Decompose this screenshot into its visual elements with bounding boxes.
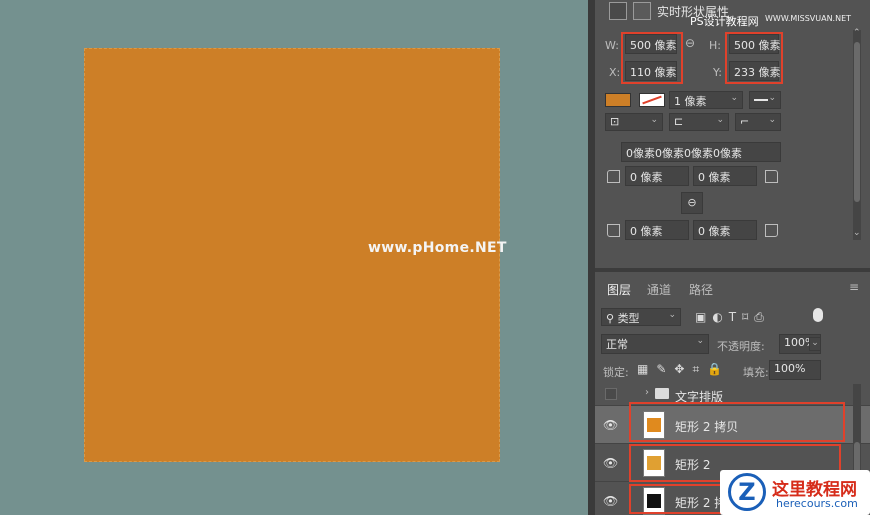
- y-label: Y:: [713, 66, 722, 79]
- logo-mark: Z: [728, 473, 766, 511]
- cap-icon: ⊏: [674, 115, 684, 128]
- chevron-down-icon: ⌄: [768, 93, 776, 103]
- corner-join-icon: ⌐: [740, 115, 750, 128]
- scroll-down-icon[interactable]: ⌄: [853, 228, 861, 238]
- folder-icon: [655, 388, 669, 399]
- corner-tl-field[interactable]: 0 像素: [625, 166, 689, 186]
- fill-field[interactable]: 100%: [769, 360, 821, 380]
- logo-url: herecours.com: [776, 497, 858, 510]
- lock-icons[interactable]: ▦✎✥⌗🔒: [637, 362, 730, 377]
- site-watermark-url: WWW.MISSVUAN.NET: [765, 14, 852, 23]
- panel-menu-icon[interactable]: ≡: [849, 280, 859, 294]
- panel-divider: [588, 0, 595, 515]
- corner-br-field[interactable]: 0 像素: [693, 220, 757, 240]
- align-icon: ⊡: [610, 115, 620, 128]
- fill-color-swatch[interactable]: [605, 93, 631, 107]
- w-label: W:: [605, 39, 619, 52]
- stroke-corner-select[interactable]: ⌐ ⌄: [735, 113, 781, 131]
- eye-icon[interactable]: 👁: [603, 418, 618, 432]
- site-logo: Z 这里教程网 herecours.com: [720, 470, 870, 515]
- corner-br-icon: [765, 224, 778, 237]
- document-canvas[interactable]: www.pHome.NET: [0, 0, 588, 515]
- stroke-align-select[interactable]: ⊡ ⌄: [605, 113, 663, 131]
- transform-icon[interactable]: [609, 2, 627, 20]
- chevron-down-icon[interactable]: ⌄: [809, 337, 821, 351]
- properties-panel: 实时形状属性 PS设计教程网 WWW.MISSVUAN.NET W: 500 像…: [595, 0, 870, 268]
- filter-kind-value: 类型: [617, 312, 640, 325]
- corner-bl-field[interactable]: 0 像素: [625, 220, 689, 240]
- lock-label: 锁定:: [603, 366, 629, 379]
- link-icon[interactable]: ⊖: [685, 36, 695, 50]
- highlight-layer-1: [629, 402, 845, 442]
- canvas-watermark: www.pHome.NET: [368, 240, 507, 256]
- stroke-width-select[interactable]: 1 像素 ⌄: [669, 91, 743, 109]
- tab-paths[interactable]: 路径: [681, 278, 721, 300]
- stroke-cap-select[interactable]: ⊏ ⌄: [669, 113, 729, 131]
- chevron-down-icon: ⌄: [696, 336, 704, 346]
- link-corners-button[interactable]: ⊖: [681, 192, 703, 214]
- blend-mode-value: 正常: [606, 338, 628, 351]
- stroke-style-select[interactable]: ⌄: [749, 91, 781, 109]
- opacity-label: 不透明度:: [717, 340, 765, 353]
- line-style-icon: [754, 99, 768, 101]
- eye-icon[interactable]: 👁: [603, 494, 618, 508]
- chevron-down-icon: ⌄: [716, 115, 724, 125]
- chevron-down-icon: ⌄: [730, 93, 738, 103]
- corner-tr-icon: [765, 170, 778, 183]
- stroke-width-value: 1 像素: [674, 95, 707, 108]
- eye-icon[interactable]: 👁: [603, 456, 618, 470]
- tab-layers[interactable]: 图层: [599, 278, 640, 300]
- scroll-up-icon[interactable]: ⌃: [853, 28, 861, 38]
- mask-icon[interactable]: [633, 2, 651, 20]
- chevron-down-icon: ⌄: [768, 115, 776, 125]
- filter-kind-select[interactable]: ⚲ 类型 ⌄: [601, 308, 681, 326]
- chevron-down-icon: ⌄: [668, 310, 676, 320]
- h-label: H:: [709, 39, 721, 52]
- corner-tr-field[interactable]: 0 像素: [693, 166, 757, 186]
- stroke-color-swatch[interactable]: [639, 93, 665, 107]
- search-icon: ⚲: [606, 312, 618, 325]
- chevron-right-icon[interactable]: ›: [645, 387, 649, 398]
- highlight-layer-3: [629, 484, 729, 514]
- tab-channels[interactable]: 通道: [639, 278, 679, 300]
- filter-icons[interactable]: ▣◐T⌑⎙: [695, 310, 770, 325]
- chevron-down-icon: ⌄: [650, 115, 658, 125]
- corner-tl-icon: [607, 170, 620, 183]
- visibility-checkbox[interactable]: [605, 388, 617, 400]
- x-label: X:: [609, 66, 621, 79]
- corner-radius-all-field[interactable]: 0像素0像素0像素0像素: [621, 142, 781, 162]
- fill-label: 填充:: [743, 366, 769, 379]
- highlight-wx: [621, 32, 683, 84]
- corner-bl-icon: [607, 224, 620, 237]
- filter-toggle[interactable]: [813, 308, 823, 322]
- properties-scrollbar[interactable]: [853, 30, 861, 240]
- site-watermark: PS设计教程网: [690, 15, 759, 28]
- scrollbar-thumb[interactable]: [854, 42, 860, 202]
- blend-mode-select[interactable]: 正常 ⌄: [601, 334, 709, 354]
- highlight-hy: [725, 32, 783, 84]
